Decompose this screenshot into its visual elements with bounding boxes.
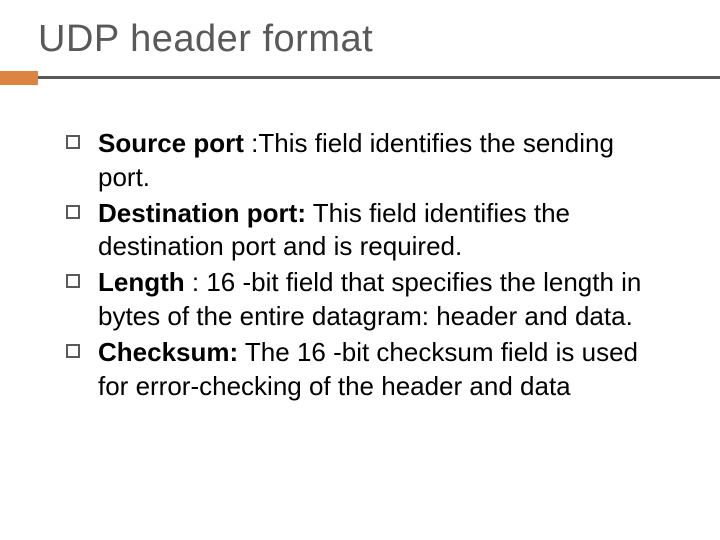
list-item-text: Source port :This field identifies the s…: [98, 127, 672, 195]
content-area: Source port :This field identifies the s…: [0, 85, 720, 403]
accent-block: [0, 71, 38, 85]
bullet-icon: [66, 135, 80, 149]
list-item: Checksum: The 16 -bit checksum field is …: [66, 336, 672, 404]
list-item: Source port :This field identifies the s…: [66, 127, 672, 195]
horizontal-rule: [38, 76, 720, 85]
list-item-text: Length : 16 -bit field that specifies th…: [98, 266, 672, 334]
divider-row: [0, 71, 720, 85]
bullet-icon: [66, 274, 80, 288]
bullet-icon: [66, 344, 80, 358]
slide-title: UDP header format: [0, 0, 720, 71]
list-item-text: Checksum: The 16 -bit checksum field is …: [98, 336, 672, 404]
list-item-text: Destination port: This field identifies …: [98, 197, 672, 265]
list-item: Destination port: This field identifies …: [66, 197, 672, 265]
bullet-icon: [66, 205, 80, 219]
list-item: Length : 16 -bit field that specifies th…: [66, 266, 672, 334]
